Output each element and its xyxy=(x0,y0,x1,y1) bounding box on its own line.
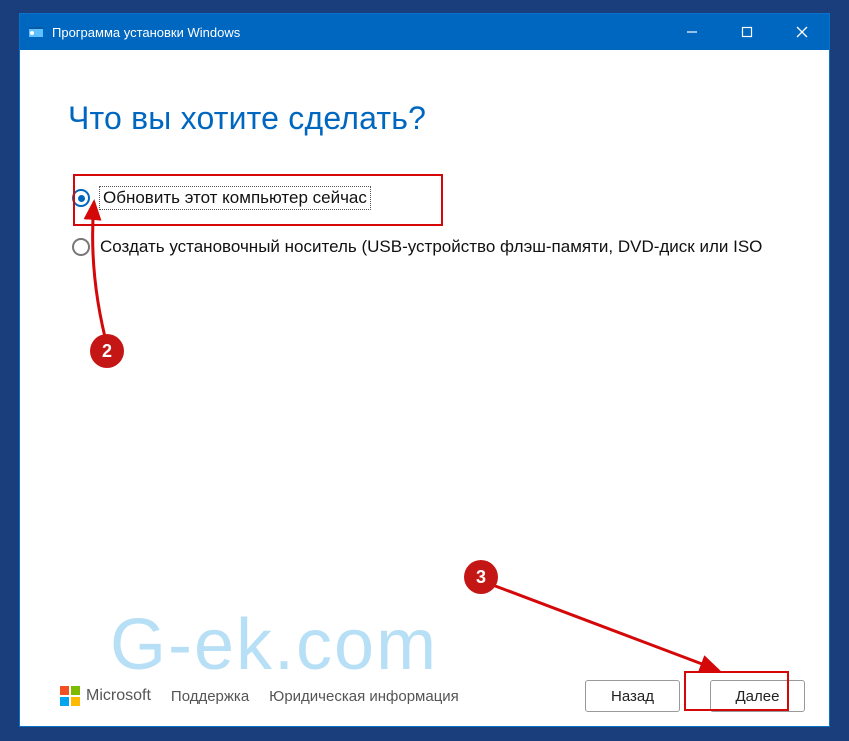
vendor-label: Microsoft xyxy=(86,687,151,705)
option-upgrade-now[interactable]: Обновить этот компьютер сейчас xyxy=(68,181,781,215)
option-label: Создать установочный носитель (USB-устро… xyxy=(100,237,762,257)
close-button[interactable] xyxy=(774,14,829,50)
microsoft-logo-icon xyxy=(60,686,80,706)
option-label: Обновить этот компьютер сейчас xyxy=(100,187,370,209)
minimize-button[interactable] xyxy=(664,14,719,50)
radio-unselected-icon xyxy=(72,238,90,256)
radio-selected-icon xyxy=(72,189,90,207)
client-area: Что вы хотите сделать? Обновить этот ком… xyxy=(20,50,829,726)
support-link[interactable]: Поддержка xyxy=(171,688,249,705)
titlebar: Программа установки Windows xyxy=(20,14,829,50)
installer-window: Программа установки Windows Что вы хотит… xyxy=(19,13,830,727)
next-button[interactable]: Далее xyxy=(710,680,805,712)
microsoft-logo: Microsoft xyxy=(60,686,151,706)
app-icon xyxy=(28,24,44,40)
maximize-button[interactable] xyxy=(719,14,774,50)
option-create-media[interactable]: Создать установочный носитель (USB-устро… xyxy=(68,231,781,263)
window-title: Программа установки Windows xyxy=(52,25,240,40)
page-heading: Что вы хотите сделать? xyxy=(68,100,781,137)
legal-link[interactable]: Юридическая информация xyxy=(269,688,459,705)
footer: Microsoft Поддержка Юридическая информац… xyxy=(20,666,829,726)
back-button[interactable]: Назад xyxy=(585,680,680,712)
